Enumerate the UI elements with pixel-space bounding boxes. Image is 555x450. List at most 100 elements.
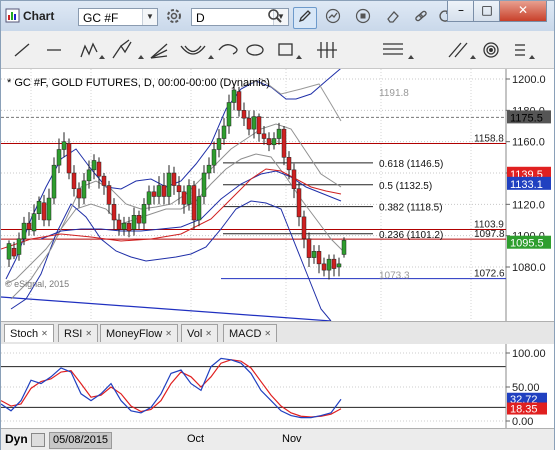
calendar-icon[interactable] bbox=[31, 433, 45, 447]
search-icon[interactable] bbox=[263, 7, 287, 29]
tab-moneyflow[interactable]: MoneyFlow ✕ bbox=[100, 324, 178, 342]
candlestick bbox=[321, 263, 327, 271]
candlestick bbox=[311, 251, 317, 258]
menu-icon[interactable] bbox=[515, 44, 525, 56]
tab-stoch[interactable]: Stoch ✕ bbox=[4, 324, 54, 342]
fib-retracement-icon[interactable] bbox=[383, 43, 403, 55]
maximize-button[interactable]: □ bbox=[473, 1, 501, 22]
dropdown-arrow-icon[interactable] bbox=[208, 55, 214, 59]
candlestick bbox=[176, 185, 182, 193]
pencil-icon[interactable] bbox=[293, 7, 317, 29]
candlestick bbox=[166, 172, 172, 197]
tab-label: MoneyFlow bbox=[106, 328, 163, 340]
candlestick bbox=[151, 191, 157, 197]
candlestick bbox=[246, 117, 252, 130]
stoch-panel[interactable]: 100.00 50.00 0.00 32.72 18.35 bbox=[1, 344, 554, 428]
dropdown-arrow-icon[interactable] bbox=[138, 55, 144, 59]
close-icon[interactable]: ✕ bbox=[85, 329, 92, 338]
dropdown-arrow-icon[interactable] bbox=[529, 55, 535, 59]
symbol-input[interactable]: GC #F ▼ bbox=[78, 8, 158, 26]
stoch-canvas[interactable]: 100.0050.000.0032.7218.35 bbox=[1, 344, 554, 428]
target-icon[interactable] bbox=[483, 42, 499, 58]
candlestick bbox=[241, 110, 247, 119]
stop-icon[interactable] bbox=[351, 7, 375, 29]
rectangle-icon[interactable] bbox=[278, 43, 293, 56]
andrews-pitchfork-icon[interactable] bbox=[112, 39, 132, 59]
trend-line bbox=[1, 296, 332, 321]
candlestick bbox=[196, 196, 202, 221]
candlestick bbox=[116, 219, 122, 230]
candlestick bbox=[236, 91, 242, 111]
candlestick bbox=[156, 185, 162, 197]
candlestick bbox=[181, 191, 187, 205]
axis-tick-label: 1120.0 bbox=[512, 199, 545, 211]
minimize-button[interactable]: – bbox=[447, 1, 475, 22]
tab-macd[interactable]: MACD ✕ bbox=[223, 324, 278, 342]
zigzag-icon[interactable] bbox=[80, 42, 98, 58]
close-icon[interactable]: ✕ bbox=[165, 329, 172, 338]
candlestick bbox=[171, 172, 177, 186]
candlestick bbox=[191, 185, 197, 221]
candlestick bbox=[186, 185, 192, 205]
settings-icon[interactable] bbox=[162, 6, 186, 28]
candlestick bbox=[91, 160, 97, 171]
tab-label: Vol bbox=[187, 328, 203, 340]
date-display[interactable]: 05/08/2015 bbox=[49, 432, 113, 449]
candlestick bbox=[106, 185, 112, 205]
arc-icon[interactable] bbox=[180, 45, 206, 55]
candlestick bbox=[231, 89, 237, 103]
bollinger-lower bbox=[10, 200, 332, 321]
parallel-lines-icon[interactable] bbox=[448, 42, 468, 58]
candlestick bbox=[221, 125, 227, 139]
close-button[interactable]: ✕ bbox=[499, 1, 547, 22]
fib-label: 0.236 (1101.2) bbox=[379, 230, 443, 241]
candlestick bbox=[66, 142, 72, 174]
candlestick bbox=[11, 247, 17, 257]
chevron-down-icon[interactable]: ▼ bbox=[142, 9, 157, 25]
dropdown-arrow-icon[interactable] bbox=[470, 55, 476, 59]
ellipse-icon[interactable] bbox=[246, 44, 264, 56]
stoch-axis-label: 50.00 bbox=[512, 382, 540, 394]
link-icon[interactable] bbox=[409, 7, 433, 29]
cycle-lines-icon[interactable] bbox=[317, 42, 337, 58]
curve-icon[interactable] bbox=[218, 44, 238, 55]
gray-level-label: 1191.8 bbox=[379, 88, 409, 99]
candlestick bbox=[161, 185, 167, 197]
tab-vol[interactable]: Vol ✕ bbox=[181, 324, 218, 342]
dropdown-arrow-icon[interactable] bbox=[408, 55, 414, 59]
candlestick bbox=[101, 175, 107, 186]
close-icon[interactable]: ✕ bbox=[264, 329, 271, 338]
close-icon[interactable]: ✕ bbox=[205, 329, 212, 338]
price-chart[interactable]: 1200.01180.01160.01140.01120.01100.01080… bbox=[1, 69, 554, 321]
dropdown-arrow-icon[interactable] bbox=[296, 55, 302, 59]
level-label: 1097.8 bbox=[474, 229, 505, 240]
chart-app-icon bbox=[5, 8, 20, 23]
candlestick bbox=[331, 258, 337, 269]
price-chart-canvas[interactable]: 1200.01180.01160.01140.01120.01100.01080… bbox=[1, 69, 554, 321]
eraser-icon[interactable] bbox=[381, 7, 405, 29]
candlestick bbox=[141, 204, 147, 224]
close-icon[interactable]: ✕ bbox=[41, 329, 48, 338]
candlestick bbox=[16, 238, 22, 255]
dropdown-arrow-icon[interactable] bbox=[99, 55, 105, 59]
candlestick bbox=[56, 149, 62, 166]
candlestick bbox=[81, 180, 87, 199]
tab-label: Stoch bbox=[10, 328, 39, 340]
candlestick bbox=[306, 238, 312, 258]
candlestick bbox=[316, 251, 322, 265]
candlestick bbox=[201, 172, 207, 197]
price-label: 1133.1 bbox=[510, 179, 543, 191]
candlestick bbox=[71, 172, 77, 189]
price-label: 1095.5 bbox=[510, 238, 544, 250]
trend-line-icon[interactable] bbox=[14, 43, 30, 57]
candlestick bbox=[336, 263, 342, 268]
chart-style-icon[interactable] bbox=[321, 7, 345, 29]
month-label-oct: Oct bbox=[187, 433, 205, 445]
tab-rsi[interactable]: RSI ✕ bbox=[58, 324, 99, 342]
candlestick bbox=[146, 191, 152, 205]
candlestick bbox=[296, 188, 302, 218]
candlestick bbox=[256, 116, 262, 135]
candlestick bbox=[261, 133, 267, 139]
fibonacci-fan-icon[interactable] bbox=[150, 43, 168, 59]
candlestick bbox=[36, 200, 42, 214]
